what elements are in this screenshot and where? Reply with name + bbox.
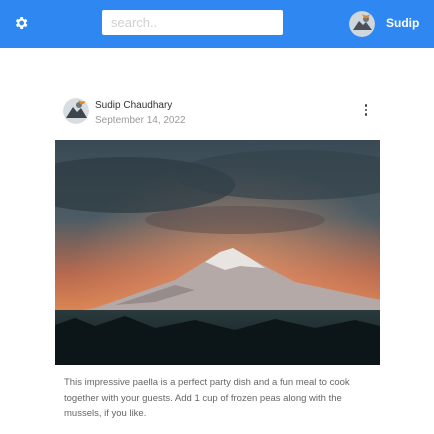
- post-image: [55, 140, 380, 365]
- post-author[interactable]: Sudip Chaudhary: [95, 100, 172, 111]
- avatar-image: [349, 11, 375, 37]
- text-fade-overlay: [55, 420, 380, 434]
- post-card: Sudip Chaudhary September 14, 2022 This …: [0, 80, 434, 434]
- post-author-avatar[interactable]: [63, 98, 89, 124]
- app-bar: Sudip: [0, 0, 434, 48]
- mountain-sunset-image: [55, 140, 380, 365]
- header-avatar[interactable]: [349, 11, 375, 37]
- gear-icon: [15, 17, 28, 29]
- post-header: Sudip Chaudhary September 14, 2022: [0, 80, 434, 140]
- header-user-name[interactable]: Sudip: [386, 16, 419, 30]
- avatar-image: [63, 98, 89, 124]
- settings-button[interactable]: [8, 10, 34, 36]
- search-input[interactable]: [102, 10, 283, 35]
- more-vertical-icon[interactable]: [360, 99, 372, 121]
- post-date: September 14, 2022: [95, 115, 186, 126]
